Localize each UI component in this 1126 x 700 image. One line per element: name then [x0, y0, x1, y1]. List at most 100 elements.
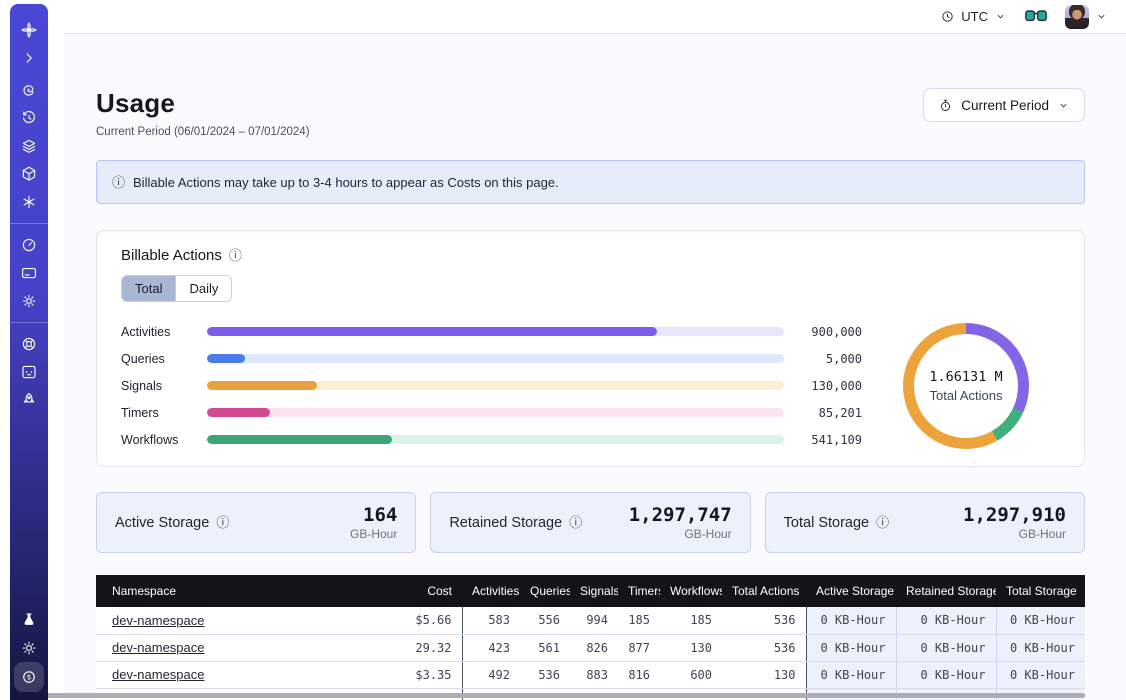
namespace-link[interactable]: dev-namespace [112, 667, 205, 682]
bar-label: Timers [121, 406, 207, 420]
table-cell: 883 [570, 661, 618, 688]
info-icon[interactable]: ⓘ [229, 249, 242, 262]
donut-total-value: 1.66131 M [929, 369, 1002, 385]
table-cell: 0 KB-Hour [806, 661, 896, 688]
bar-track [207, 327, 784, 336]
sun-icon[interactable] [14, 634, 44, 662]
col-retained-storage: Retained Storage [896, 575, 996, 607]
namespace-link[interactable]: dev-namespace [112, 640, 205, 655]
lifebuoy-icon[interactable] [14, 330, 44, 358]
spiral-icon[interactable] [14, 76, 44, 104]
gauge-icon[interactable] [14, 231, 44, 259]
rocket-icon[interactable] [14, 386, 44, 414]
period-dropdown-button[interactable]: Current Period [923, 88, 1085, 122]
bar-value: 5,000 [784, 352, 862, 366]
account-menu[interactable] [1065, 5, 1108, 29]
billable-actions-bar-chart: Activities 900,000 Queries 5,000 Signals… [121, 318, 872, 453]
table-cell: 185 [660, 607, 722, 634]
flask-icon[interactable] [14, 606, 44, 634]
table-cell: 0 KB-Hour [996, 607, 1085, 634]
table-cell: 185 [618, 607, 660, 634]
active-storage-card: Active Storage ⓘ 164 GB-Hour [96, 492, 416, 553]
table-cell: 994 [570, 607, 618, 634]
storage-value: 1,297,747 [629, 504, 732, 526]
col-queries: Queries [520, 575, 570, 607]
timezone-dropdown[interactable]: UTC [940, 9, 1007, 24]
asterisk-icon[interactable] [14, 188, 44, 216]
svg-text:$: $ [27, 672, 32, 681]
bar-value: 130,000 [784, 379, 862, 393]
cube-icon[interactable] [14, 160, 44, 188]
bar-value: 541,109 [784, 433, 862, 447]
history-clock-icon[interactable] [14, 104, 44, 132]
table-cell: 583 [462, 607, 520, 634]
table-cell: 600 [660, 661, 722, 688]
credit-card-icon[interactable] [14, 259, 44, 287]
sidebar: $ [10, 4, 48, 700]
table-cell: 0 KB-Hour [806, 607, 896, 634]
sidebar-divider [10, 223, 48, 224]
bar-label: Activities [121, 325, 207, 339]
stopwatch-icon [938, 98, 953, 113]
namespace-usage-table: Namespace Cost Activities Queries Signal… [96, 575, 1085, 700]
tab-daily[interactable]: Daily [175, 276, 231, 301]
bar-track [207, 354, 784, 363]
info-icon: ⓘ [112, 176, 125, 189]
billable-actions-card: Billable Actions ⓘ Total Daily Activitie… [96, 230, 1085, 467]
namespace-cell: dev-namespace [96, 661, 376, 688]
table-row: dev-namespace29.324235618268771305360 KB… [96, 634, 1085, 661]
namespace-link[interactable]: dev-namespace [112, 613, 205, 628]
storage-summary-row: Active Storage ⓘ 164 GB-Hour Retained St… [96, 492, 1085, 553]
terminal-icon[interactable] [14, 358, 44, 386]
bar-row: Queries 5,000 [121, 345, 862, 372]
table-cell: 0 KB-Hour [896, 661, 996, 688]
table-cell: 826 [570, 634, 618, 661]
storage-unit: GB-Hour [963, 527, 1066, 541]
gear-icon[interactable] [14, 287, 44, 315]
table-cell: 0 KB-Hour [896, 607, 996, 634]
table-cell: 816 [618, 661, 660, 688]
dollar-coin-icon[interactable]: $ [14, 662, 44, 692]
table-cell: 130 [722, 661, 806, 688]
col-cost: Cost [376, 575, 462, 607]
pinwheel-logo-icon[interactable] [14, 16, 44, 44]
bar-label: Signals [121, 379, 207, 393]
donut-ring: 1.66131 M Total Actions [903, 323, 1029, 449]
bar-fill [207, 327, 657, 336]
page-title: Usage [96, 88, 310, 119]
col-activities: Activities [462, 575, 520, 607]
table-cell: 0 KB-Hour [996, 661, 1085, 688]
chevron-right-icon[interactable] [14, 44, 44, 72]
glasses-icon[interactable] [1025, 10, 1047, 23]
info-icon[interactable]: ⓘ [876, 516, 889, 529]
retained-storage-card: Retained Storage ⓘ 1,297,747 GB-Hour [430, 492, 750, 553]
table-cell: 130 [660, 634, 722, 661]
table-cell: $5.66 [376, 607, 462, 634]
layers-icon[interactable] [14, 132, 44, 160]
col-signals: Signals [570, 575, 618, 607]
info-icon[interactable]: ⓘ [216, 516, 229, 529]
bar-fill [207, 381, 317, 390]
col-workflows: Workflows [660, 575, 722, 607]
table-cell: 536 [520, 661, 570, 688]
usage-page: Usage Current Period (06/01/2024 – 07/01… [64, 34, 1126, 700]
avatar [1065, 5, 1089, 29]
table-cell: 492 [462, 661, 520, 688]
bar-row: Signals 130,000 [121, 372, 862, 399]
table-row: dev-namespace$5.665835569941851855360 KB… [96, 607, 1085, 634]
col-namespace: Namespace [96, 575, 376, 607]
billable-actions-title: Billable Actions [121, 247, 222, 264]
info-icon[interactable]: ⓘ [569, 516, 582, 529]
bar-track [207, 381, 784, 390]
usage-table-body: dev-namespace$5.665835569941851855360 KB… [96, 607, 1085, 700]
storage-label: Active Storage [115, 515, 209, 531]
bar-fill [207, 408, 270, 417]
bar-value: 900,000 [784, 325, 862, 339]
bar-label: Queries [121, 352, 207, 366]
chevron-down-icon [1057, 99, 1070, 112]
bar-track [207, 408, 784, 417]
horizontal-scrollbar[interactable] [32, 693, 1085, 698]
table-cell: 0 KB-Hour [896, 634, 996, 661]
topbar: UTC [64, 0, 1126, 34]
tab-total[interactable]: Total [122, 276, 175, 301]
